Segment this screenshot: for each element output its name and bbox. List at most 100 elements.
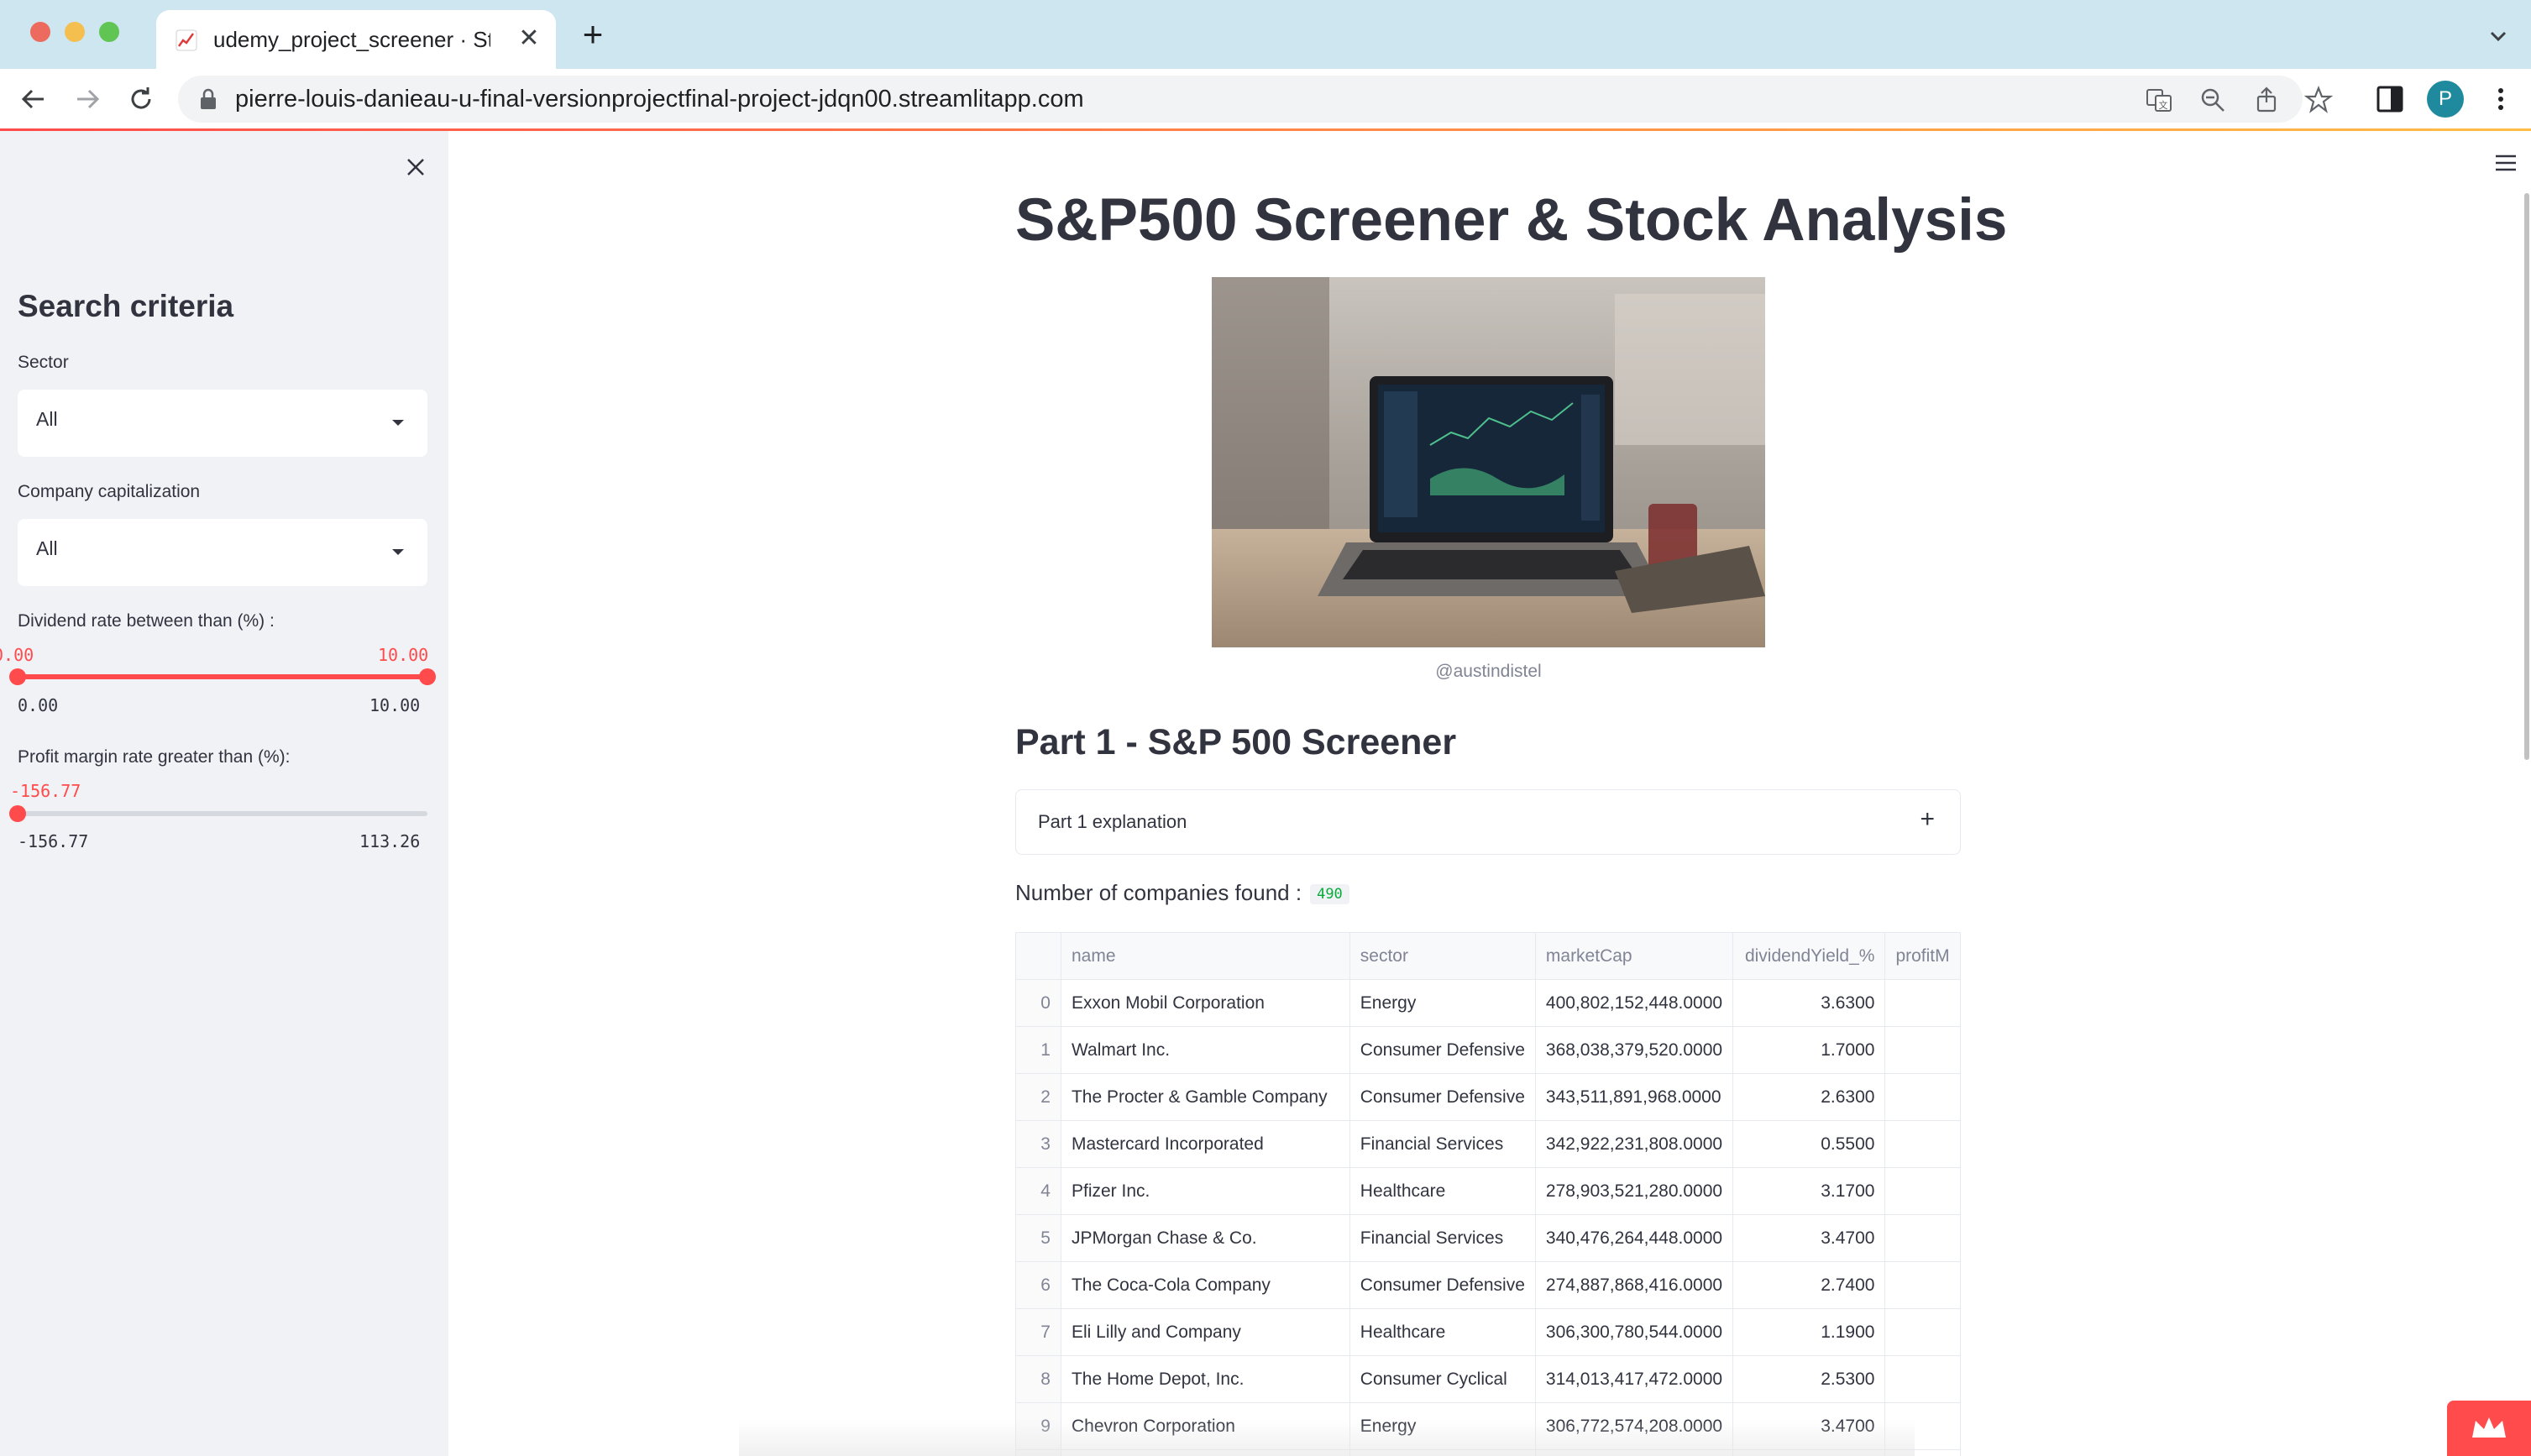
- table-cell: 343,511,891,968.0000: [1534, 1073, 1734, 1121]
- sector-select[interactable]: All: [18, 390, 427, 457]
- table-cell: Consumer Cyclical: [1349, 1355, 1536, 1403]
- table-cell: 2.6300: [1732, 1073, 1886, 1121]
- lock-icon: [201, 88, 216, 109]
- sidebar: Search criteria Sector All Company capit…: [0, 131, 448, 1456]
- table-row[interactable]: 4 Pfizer Inc. Healthcare 278,903,521,280.00…: [1015, 1167, 1961, 1215]
- share-icon[interactable]: [2252, 86, 2281, 114]
- table-cell: 400,802,152,448.0000: [1534, 979, 1734, 1027]
- table-cell: 2.5300: [1732, 1355, 1886, 1403]
- table-cell: 274,887,868,416.0000: [1534, 1261, 1734, 1309]
- table-cell: Consumer Defensive: [1349, 1073, 1536, 1121]
- table-cell: 0.5500: [1732, 1120, 1886, 1168]
- column-header[interactable]: profitM: [1884, 932, 1961, 980]
- sector-label: Sector: [18, 353, 69, 372]
- dividend-slider-high-thumb[interactable]: [419, 668, 436, 685]
- row-index: 8: [1015, 1355, 1061, 1403]
- table-row[interactable]: 6 The Coca-Cola Company Consumer Defensive…: [1015, 1261, 1961, 1309]
- sector-select-value: All: [36, 408, 58, 430]
- hamburger-icon[interactable]: [2492, 151, 2519, 175]
- table-cell: 3.4700: [1732, 1214, 1886, 1262]
- row-index: 1: [1015, 1026, 1061, 1074]
- column-header[interactable]: dividendYield_%: [1732, 932, 1886, 980]
- chart-increasing-icon: [176, 29, 197, 51]
- new-tab-button[interactable]: +: [576, 17, 610, 52]
- profile-avatar[interactable]: P: [2427, 81, 2464, 118]
- table-cell: 342,922,231,808.0000: [1534, 1120, 1734, 1168]
- zoom-out-icon[interactable]: [2198, 86, 2227, 114]
- address-bar[interactable]: pierre-louis-danieau-u-final-versionproj…: [178, 76, 2333, 123]
- table-cell: The Procter & Gamble Company: [1060, 1073, 1350, 1121]
- back-arrow-icon[interactable]: [15, 81, 52, 118]
- column-header[interactable]: marketCap: [1534, 932, 1734, 980]
- table-cell: 314,013,417,472.0000: [1534, 1355, 1734, 1403]
- table-row[interactable]: 1 Walmart Inc. Consumer Defensive 368,038,3…: [1015, 1026, 1961, 1074]
- caret-down-icon: [392, 420, 404, 426]
- table-row[interactable]: 7 Eli Lilly and Company Healthcare 306,300,…: [1015, 1308, 1961, 1356]
- browser-tab[interactable]: udemy_project_screener · Stre ✕: [156, 10, 556, 69]
- table-cell: Energy: [1349, 979, 1536, 1027]
- table-row[interactable]: 2 The Procter & Gamble Company Consumer De…: [1015, 1073, 1961, 1121]
- page-scrollbar[interactable]: [2524, 193, 2529, 760]
- profit-slider-thumb[interactable]: [9, 805, 26, 822]
- table-cell: [1884, 1308, 1961, 1356]
- reload-icon[interactable]: [123, 81, 160, 118]
- column-header[interactable]: name: [1060, 932, 1350, 980]
- table-cell: Pfizer Inc.: [1060, 1167, 1350, 1215]
- capitalization-select-value: All: [36, 537, 58, 559]
- profit-min-label: -156.77: [18, 831, 89, 851]
- dividend-slider[interactable]: [9, 668, 436, 685]
- bookmark-star-icon[interactable]: [2304, 86, 2333, 114]
- plus-icon: +: [1920, 805, 1935, 833]
- tab-title: udemy_project_screener · Stre: [213, 27, 490, 52]
- browser-toolbar: pierre-louis-danieau-u-final-versionproj…: [0, 69, 2531, 129]
- chevron-down-icon[interactable]: [2486, 24, 2511, 49]
- close-icon[interactable]: [401, 153, 430, 181]
- table-row[interactable]: 5 JPMorgan Chase & Co. Financial Services 3…: [1015, 1214, 1961, 1262]
- row-index: 2: [1015, 1073, 1061, 1121]
- table-cell: JPMorgan Chase & Co.: [1060, 1214, 1350, 1262]
- row-index: 6: [1015, 1261, 1061, 1309]
- more-vertical-icon[interactable]: [2486, 84, 2516, 114]
- table-cell: 278,903,521,280.0000: [1534, 1167, 1734, 1215]
- window-close-button[interactable]: [30, 22, 50, 42]
- table-cell: Consumer Defensive: [1349, 1026, 1536, 1074]
- column-header[interactable]: sector: [1349, 932, 1536, 980]
- part1-explanation-expander[interactable]: Part 1 explanation +: [1015, 789, 1961, 855]
- table-cell: Financial Services: [1349, 1120, 1536, 1168]
- table-cell: The Home Depot, Inc.: [1060, 1355, 1350, 1403]
- table-cell: 2.7400: [1732, 1261, 1886, 1309]
- table-cell: 1.7000: [1732, 1026, 1886, 1074]
- bottom-fade: [739, 1419, 1915, 1456]
- table-cell: 368,038,379,520.0000: [1534, 1026, 1734, 1074]
- table-row[interactable]: 0 Exxon Mobil Corporation Energy 400,802,15…: [1015, 979, 1961, 1027]
- profit-current-value: -156.77: [10, 781, 81, 801]
- column-header[interactable]: [1015, 932, 1061, 980]
- table-row[interactable]: 8 The Home Depot, Inc. Consumer Cyclical 31…: [1015, 1355, 1961, 1403]
- table-cell: 3.1700: [1732, 1167, 1886, 1215]
- table-cell: 3.6300: [1732, 979, 1886, 1027]
- table-row[interactable]: 3 Mastercard Incorporated Financial Servic…: [1015, 1120, 1961, 1168]
- row-index: 3: [1015, 1120, 1061, 1168]
- window-zoom-button[interactable]: [99, 22, 119, 42]
- capitalization-select[interactable]: All: [18, 519, 427, 586]
- dividend-slider-low-thumb[interactable]: [9, 668, 26, 685]
- table-cell: Healthcare: [1349, 1308, 1536, 1356]
- translate-icon[interactable]: 文: [2145, 86, 2173, 114]
- dividend-min-label: 0.00: [18, 695, 59, 715]
- count-label: Number of companies found :: [1015, 880, 1302, 905]
- tab-close-icon[interactable]: ✕: [516, 25, 542, 52]
- profit-label: Profit margin rate greater than (%):: [18, 747, 291, 767]
- profit-max-label: 113.26: [359, 831, 421, 851]
- streamlit-badge-button[interactable]: [2447, 1401, 2531, 1456]
- dividend-high-value: 10.00: [378, 645, 429, 665]
- dividend-slider-fill: [18, 674, 427, 679]
- results-table[interactable]: name sector marketCap dividendYield_% profit…: [1015, 932, 1961, 1456]
- window-minimize-button[interactable]: [65, 22, 85, 42]
- side-panel-icon[interactable]: [2375, 84, 2405, 114]
- profit-slider[interactable]: [9, 805, 427, 822]
- expander-label: Part 1 explanation: [1038, 811, 1187, 832]
- table-cell: [1884, 1073, 1961, 1121]
- forward-arrow-icon[interactable]: [69, 81, 106, 118]
- caret-down-icon: [392, 549, 404, 555]
- table-cell: [1884, 979, 1961, 1027]
